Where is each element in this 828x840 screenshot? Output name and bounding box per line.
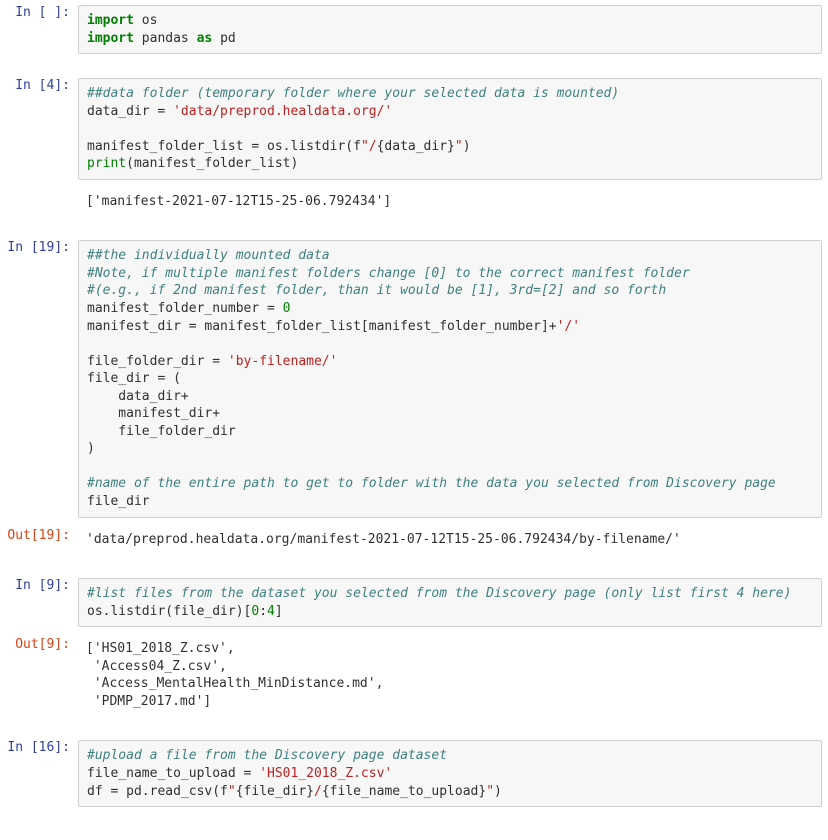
code-input-area[interactable]: #list files from the dataset you selecte… — [78, 578, 822, 627]
output-prompt: Out[19]: — [0, 523, 78, 560]
output-text: ['HS01_2018_Z.csv', 'Access04_Z.csv', 'A… — [86, 640, 814, 710]
code[interactable]: #upload a file from the Discovery page d… — [87, 747, 813, 800]
code[interactable]: ##data folder (temporary folder where yo… — [87, 85, 813, 173]
cell-body: 'data/preprod.healdata.org/manifest-2021… — [78, 523, 828, 560]
code-input-area[interactable]: import os import pandas as pd — [78, 5, 822, 54]
code[interactable]: #list files from the dataset you selecte… — [87, 585, 813, 620]
code-input-area[interactable]: ##data folder (temporary folder where yo… — [78, 78, 822, 180]
result-output: 'data/preprod.healdata.org/manifest-2021… — [78, 525, 822, 555]
input-prompt: In [9]: — [0, 573, 78, 632]
output-prompt — [0, 185, 78, 222]
output-cell: Out[19]: 'data/preprod.healdata.org/mani… — [0, 523, 828, 560]
output-text: ['manifest-2021-07-12T15-25-06.792434'] — [86, 193, 814, 211]
code-cell: In [9]: #list files from the dataset you… — [0, 573, 828, 632]
cell-body: ['HS01_2018_Z.csv', 'Access04_Z.csv', 'A… — [78, 632, 828, 721]
code-cell: In [4]: ##data folder (temporary folder … — [0, 73, 828, 185]
input-prompt: In [4]: — [0, 73, 78, 185]
input-prompt: In [19]: — [0, 235, 78, 522]
cell-body: #list files from the dataset you selecte… — [78, 573, 828, 632]
code-input-area[interactable]: #upload a file from the Discovery page d… — [78, 740, 822, 807]
cell-body: ##data folder (temporary folder where yo… — [78, 73, 828, 185]
input-prompt: In [16]: — [0, 735, 78, 812]
code-cell: In [ ]: import os import pandas as pd — [0, 0, 828, 59]
output-cell: Out[9]: ['HS01_2018_Z.csv', 'Access04_Z.… — [0, 632, 828, 721]
output-prompt: Out[9]: — [0, 632, 78, 721]
stream-output: ['manifest-2021-07-12T15-25-06.792434'] — [78, 187, 822, 217]
cell-body: import os import pandas as pd — [78, 0, 828, 59]
code[interactable]: ##the individually mounted data #Note, i… — [87, 247, 813, 510]
code-cell: In [16]: #upload a file from the Discove… — [0, 735, 828, 812]
input-prompt: In [ ]: — [0, 0, 78, 59]
cell-body: ##the individually mounted data #Note, i… — [78, 235, 828, 522]
output-text: 'data/preprod.healdata.org/manifest-2021… — [86, 531, 814, 549]
code-input-area[interactable]: ##the individually mounted data #Note, i… — [78, 240, 822, 517]
code-cell: In [19]: ##the individually mounted data… — [0, 235, 828, 522]
code[interactable]: import os import pandas as pd — [87, 12, 813, 47]
cell-body: ['manifest-2021-07-12T15-25-06.792434'] — [78, 185, 828, 222]
cell-body: #upload a file from the Discovery page d… — [78, 735, 828, 812]
result-output: ['HS01_2018_Z.csv', 'Access04_Z.csv', 'A… — [78, 634, 822, 716]
output-cell: ['manifest-2021-07-12T15-25-06.792434'] — [0, 185, 828, 222]
